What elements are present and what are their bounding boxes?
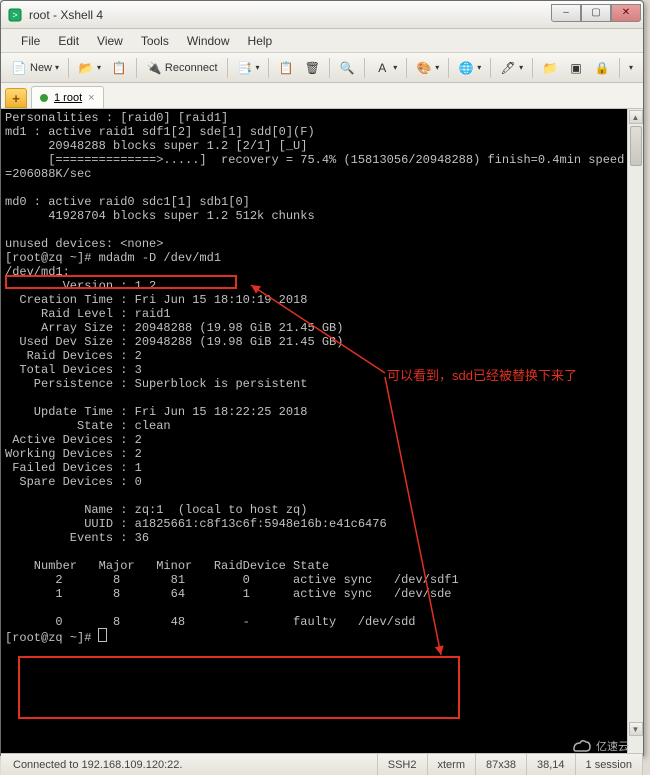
- color-button[interactable]: 🎨▾: [412, 57, 443, 79]
- add-tab-button[interactable]: +: [5, 88, 27, 108]
- tab-label: 1 root: [54, 92, 82, 104]
- new-button[interactable]: 📄 New ▾: [7, 57, 63, 79]
- new-label: New: [30, 62, 52, 74]
- open-button[interactable]: 📂▾: [74, 57, 105, 79]
- menu-help[interactable]: Help: [248, 34, 273, 48]
- status-term: xterm: [428, 754, 477, 775]
- clear-button[interactable]: 🗑: [300, 57, 324, 79]
- paste-icon: 📋: [278, 60, 294, 76]
- properties-icon: 📑: [236, 60, 252, 76]
- app-window: > root - Xshell 4 – ▢ ✕ File Edit View T…: [0, 0, 644, 756]
- tab-root[interactable]: 1 root ×: [31, 86, 104, 108]
- separator: [68, 58, 69, 78]
- copy-button[interactable]: 📋: [107, 57, 131, 79]
- reconnect-button[interactable]: 🔌 Reconnect: [142, 57, 222, 79]
- status-size: 87x38: [476, 754, 527, 775]
- lock-button[interactable]: 🔒: [590, 57, 614, 79]
- term-button[interactable]: ▣: [564, 57, 588, 79]
- status-bar: Connected to 192.168.109.120:22. SSH2 xt…: [1, 753, 643, 775]
- app-icon: >: [7, 7, 23, 23]
- tab-close-button[interactable]: ×: [88, 92, 94, 104]
- palette-icon: 🎨: [416, 60, 432, 76]
- vertical-scrollbar[interactable]: ▲ ▼: [627, 109, 643, 753]
- menu-tools[interactable]: Tools: [141, 34, 169, 48]
- highlight-button[interactable]: 🖊▾: [496, 57, 527, 79]
- annotation-box-devices: [18, 656, 460, 719]
- toolbar: 📄 New ▾ 📂▾ 📋 🔌 Reconnect 📑▾ 📋 🗑 🔍 A▾ 🎨▾ …: [1, 53, 643, 83]
- copy-icon: 📋: [111, 60, 127, 76]
- tab-bar: + 1 root ×: [1, 83, 643, 109]
- scroll-down-button[interactable]: ▼: [629, 722, 643, 736]
- window-buttons: – ▢ ✕: [551, 8, 641, 22]
- separator: [619, 58, 620, 78]
- paste-button[interactable]: 📋: [274, 57, 298, 79]
- separator: [448, 58, 449, 78]
- menu-window[interactable]: Window: [187, 34, 230, 48]
- svg-text:>: >: [12, 10, 17, 20]
- reconnect-label: Reconnect: [165, 62, 218, 74]
- terminal-area[interactable]: Personalities : [raid0] [raid1] md1 : ac…: [1, 109, 643, 753]
- clear-icon: 🗑: [304, 60, 320, 76]
- maximize-button[interactable]: ▢: [581, 4, 611, 22]
- status-sessions: 1 session: [576, 754, 643, 775]
- reconnect-icon: 🔌: [146, 60, 162, 76]
- terminal-output[interactable]: Personalities : [raid0] [raid1] md1 : ac…: [1, 109, 643, 647]
- search-icon: 🔍: [339, 60, 355, 76]
- font-button[interactable]: A▾: [370, 57, 401, 79]
- terminal-icon: ▣: [568, 60, 584, 76]
- scroll-up-button[interactable]: ▲: [629, 110, 643, 124]
- globe-icon: 🌐: [458, 60, 474, 76]
- separator: [364, 58, 365, 78]
- xftp-icon: 📁: [542, 60, 558, 76]
- menu-bar: File Edit View Tools Window Help: [1, 29, 643, 53]
- menu-edit[interactable]: Edit: [58, 34, 79, 48]
- overflow-button[interactable]: ▾: [625, 57, 637, 79]
- separator: [532, 58, 533, 78]
- xftp-button[interactable]: 📁: [538, 57, 562, 79]
- folder-icon: 📂: [78, 60, 94, 76]
- window-title: root - Xshell 4: [29, 8, 551, 22]
- status-protocol: SSH2: [378, 754, 428, 775]
- font-icon: A: [374, 60, 390, 76]
- separator: [329, 58, 330, 78]
- menu-view[interactable]: View: [97, 34, 123, 48]
- props-button[interactable]: 📑▾: [232, 57, 263, 79]
- dropdown-icon: ▾: [55, 63, 59, 72]
- new-icon: 📄: [11, 60, 27, 76]
- status-cursor: 38,14: [527, 754, 576, 775]
- connected-icon: [40, 94, 48, 102]
- menu-file[interactable]: File: [21, 34, 40, 48]
- status-connection: Connected to 192.168.109.120:22.: [1, 754, 378, 775]
- scroll-thumb[interactable]: [630, 126, 642, 166]
- find-button[interactable]: 🔍: [335, 57, 359, 79]
- separator: [136, 58, 137, 78]
- title-bar[interactable]: > root - Xshell 4 – ▢ ✕: [1, 1, 643, 29]
- separator: [406, 58, 407, 78]
- close-button[interactable]: ✕: [611, 4, 641, 22]
- scheme-button[interactable]: 🌐▾: [454, 57, 485, 79]
- highlight-icon: 🖊: [500, 60, 516, 76]
- separator: [268, 58, 269, 78]
- separator: [227, 58, 228, 78]
- lock-icon: 🔒: [594, 60, 610, 76]
- minimize-button[interactable]: –: [551, 4, 581, 22]
- separator: [490, 58, 491, 78]
